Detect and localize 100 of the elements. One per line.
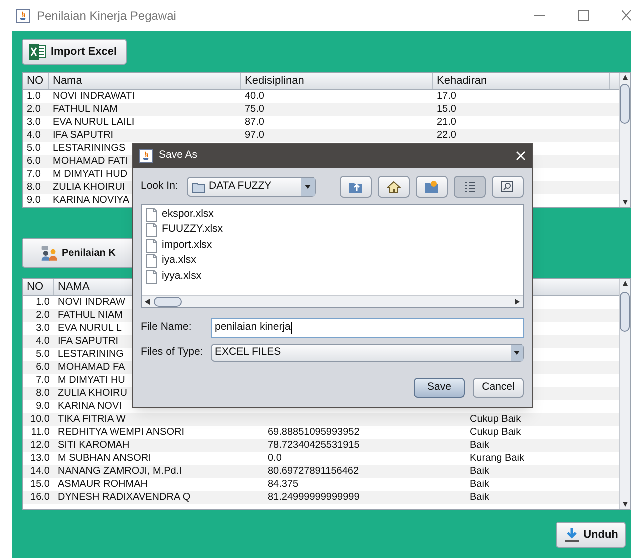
table-cell: FATHUL NIAM (58, 310, 124, 320)
column-header[interactable]: NO (27, 279, 44, 296)
new-folder-button[interactable] (416, 176, 448, 198)
cancel-button[interactable]: Cancel (473, 378, 524, 398)
scrollbar-thumb[interactable] (154, 296, 182, 306)
table-cell: NOVI INDRAW (58, 298, 126, 308)
scroll-up-icon[interactable] (620, 279, 630, 288)
file-item[interactable]: iyya.xlsx (162, 268, 202, 285)
table-cell: 13.0 (30, 454, 50, 464)
dialog-title: Save As (159, 148, 198, 164)
table-cell: 69.88851095993952 (268, 428, 360, 438)
spreadsheet-icon (29, 44, 47, 60)
table-cell: 12.0 (30, 440, 50, 450)
list-view-button[interactable] (454, 176, 486, 198)
table-cell: EVA NURUL L (58, 324, 122, 334)
table-cell: 9.0 (36, 402, 50, 412)
scroll-down-icon[interactable] (620, 198, 630, 207)
file-icon (146, 238, 158, 253)
file-icon (146, 208, 158, 222)
magnifier-icon (501, 181, 515, 193)
window-title: Penilaian Kinerja Pegawai (37, 8, 176, 24)
maximize-icon[interactable] (578, 10, 589, 21)
column-header[interactable]: NAMA (58, 279, 90, 296)
table-cell: NOVI INDRAWATI (53, 92, 135, 102)
table-cell: SITI KAROMAH (58, 440, 130, 450)
table-cell: DYNESH RADIXAVENDRA Q (58, 492, 191, 502)
table-cell: 16.0 (30, 492, 50, 502)
home-button[interactable] (378, 176, 410, 198)
column-header[interactable]: Nama (53, 73, 82, 90)
file-type-dropdown[interactable]: EXCEL FILES (211, 344, 524, 362)
table-cell: ZULIA KHOIRU (58, 388, 128, 398)
scrollbar[interactable] (619, 73, 630, 207)
table-cell: ZULIA KHOIRUI (53, 182, 126, 192)
up-folder-button[interactable] (340, 176, 372, 198)
table-cell: Baik (470, 440, 490, 450)
save-button[interactable]: Save (414, 378, 465, 398)
table-cell: 6.0 (27, 156, 41, 166)
column-header[interactable]: Kedisiplinan (245, 73, 304, 90)
file-icon (146, 254, 158, 268)
table-cell: 5.0 (36, 350, 50, 360)
details-view-button[interactable] (492, 176, 524, 198)
scrollbar-thumb[interactable] (620, 292, 630, 332)
table-cell: 3.0 (36, 324, 50, 334)
column-header[interactable]: Kehadiran (437, 73, 488, 90)
table-cell: MOHAMAD FATI (53, 156, 128, 166)
import-excel-button[interactable]: Import Excel (22, 39, 127, 65)
table-cell: 81.24999999999999 (268, 492, 360, 502)
table-cell: 2.0 (36, 310, 50, 320)
table-cell: 84.375 (268, 480, 299, 490)
table-cell: Baik (470, 466, 490, 476)
file-type-label: Files of Type: (141, 345, 204, 360)
table-cell: 8.0 (36, 388, 50, 398)
list-icon (464, 182, 476, 192)
file-item[interactable]: ekspor.xlsx (162, 206, 214, 223)
table-cell: M DIMYATI HU (58, 376, 126, 386)
table-cell: 17.0 (437, 92, 456, 102)
table-cell: IFA SAPUTRI (58, 336, 119, 346)
table-cell: 97.0 (245, 130, 264, 140)
table-cell: M SUBHAN ANSORI (58, 454, 152, 464)
look-in-dropdown[interactable]: DATA FUZZY (187, 177, 316, 197)
scroll-up-icon[interactable] (620, 73, 630, 82)
table-cell: 10.0 (30, 414, 50, 424)
table-cell: Baik (470, 492, 490, 502)
table-cell: NANANG ZAMROJI, M.Pd.I (58, 466, 182, 476)
table-cell: IFA SAPUTRI (53, 130, 114, 140)
table-cell: 1.0 (27, 92, 41, 102)
table-cell: ASMAUR ROHMAH (58, 480, 148, 490)
file-name-label: File Name: (141, 320, 193, 336)
table-cell: 11.0 (31, 428, 50, 438)
scrollbar-thumb[interactable] (620, 84, 630, 124)
new-folder-icon (424, 180, 440, 194)
look-in-label: Look In: (141, 179, 179, 194)
table-cell: LESTARININGS (53, 144, 126, 154)
people-icon (41, 244, 59, 262)
table-cell: EVA NURUL LAILI (53, 118, 135, 128)
folder-up-icon (348, 180, 364, 194)
close-icon[interactable] (622, 10, 631, 21)
file-icon (146, 223, 158, 238)
scrollbar[interactable] (619, 279, 630, 509)
table-cell: LESTARINING (58, 350, 124, 360)
table-cell: TIKA FITRIA W (58, 414, 126, 424)
table-cell: 3.0 (27, 118, 41, 128)
table-cell: 5.0 (27, 144, 41, 154)
table-cell: 6.0 (36, 362, 50, 372)
table-cell: 40.0 (245, 92, 264, 102)
table-cell: 2.0 (27, 104, 41, 114)
file-item[interactable]: iya.xlsx (162, 253, 196, 270)
file-name-field[interactable]: penilaian kinerja (211, 318, 524, 338)
file-item[interactable]: FUUZZY.xlsx (162, 222, 224, 238)
table-cell: 7.0 (36, 376, 50, 386)
table-cell: KARINA NOVIYA (53, 196, 130, 206)
horizontal-scrollbar[interactable] (142, 295, 523, 307)
app-icon (139, 149, 153, 163)
table-cell: Cukup Baik (470, 414, 522, 424)
file-item[interactable]: import.xlsx (162, 238, 212, 254)
download-button[interactable]: Unduh (556, 522, 626, 548)
table-cell: 78.72340425531915 (268, 440, 360, 450)
scroll-down-icon[interactable] (620, 500, 630, 509)
column-header[interactable]: NO (27, 73, 44, 90)
table-cell: 75.0 (245, 104, 264, 114)
